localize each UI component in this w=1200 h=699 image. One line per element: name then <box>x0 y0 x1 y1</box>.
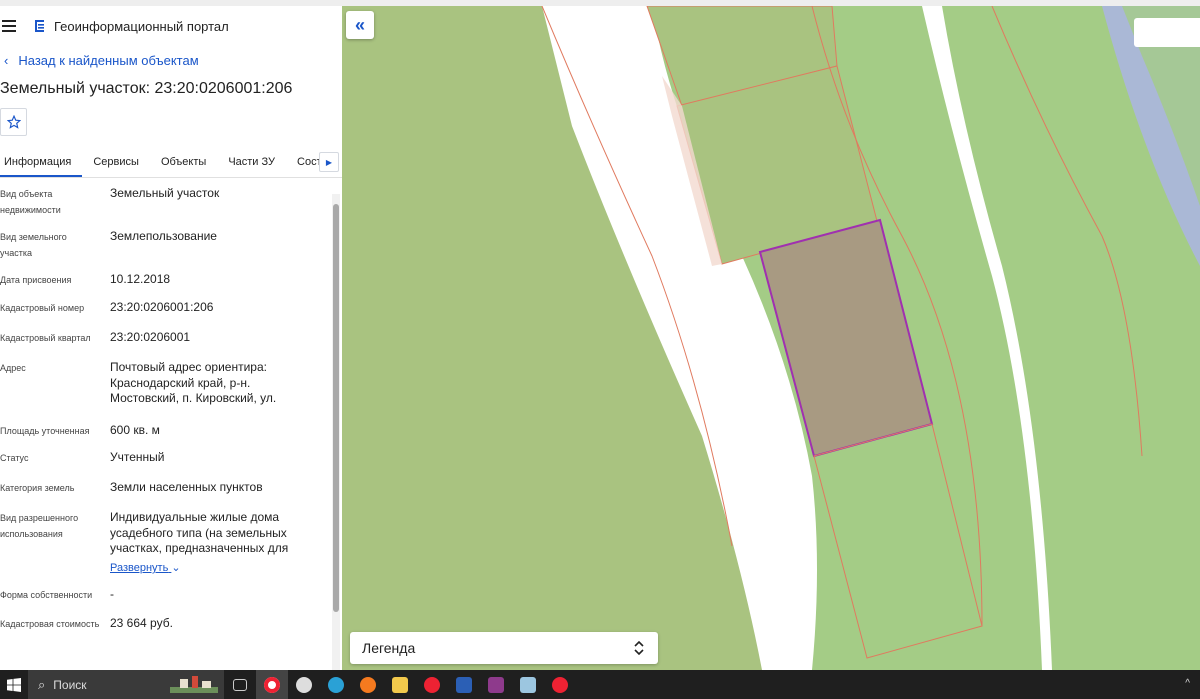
field-label: Категория земель <box>0 483 75 493</box>
app-icon[interactable] <box>544 670 576 699</box>
legend-button[interactable]: Легенда <box>350 632 658 664</box>
back-link[interactable]: ‹ Назад к найденным объектам <box>0 46 342 74</box>
double-chevron-left-icon: « <box>354 14 365 35</box>
explorer-icon[interactable] <box>384 670 416 699</box>
scrollbar[interactable] <box>332 194 340 670</box>
cc-icon[interactable] <box>288 670 320 699</box>
menu-icon[interactable] <box>2 20 16 32</box>
tab-services[interactable]: Сервисы <box>82 156 150 177</box>
tab-info[interactable]: Информация <box>0 156 83 177</box>
firefox-icon[interactable] <box>352 670 384 699</box>
windows-icon[interactable] <box>0 670 28 699</box>
chevron-right-icon: ▶ <box>325 157 333 167</box>
map-view[interactable]: « Легенда <box>342 6 1200 670</box>
field-label: Кадастровый квартал <box>0 333 91 343</box>
field-value: Земли населенных пунктов <box>110 480 263 494</box>
field-value: 23 664 руб. <box>110 616 173 630</box>
field-value: - <box>110 587 114 601</box>
tab-objects[interactable]: Объекты <box>150 156 217 177</box>
notes-icon[interactable] <box>512 670 544 699</box>
info-panel: Геоинформационный портал ‹ Назад к найде… <box>0 6 342 670</box>
field-value: 600 кв. м <box>110 423 160 437</box>
portal-header: Геоинформационный портал <box>0 6 342 46</box>
tab-parts[interactable]: Части ЗУ <box>217 156 286 177</box>
yandex-browser-icon[interactable] <box>256 670 288 699</box>
tabs: Информация Сервисы Объекты Части ЗУ Сост… <box>0 144 342 178</box>
taskbar-search[interactable]: ⌕ Поиск <box>28 670 224 699</box>
sort-arrows-icon <box>634 641 644 655</box>
expand-link[interactable]: Развернуть ⌄ <box>110 561 181 574</box>
field-value: 10.12.2018 <box>110 272 171 286</box>
task-view-icon[interactable] <box>224 670 256 699</box>
search-highlight-icon <box>170 676 218 693</box>
field-label: Площадь уточненная <box>0 426 90 436</box>
field-label: Адрес <box>0 363 26 373</box>
field-label: Дата присвоения <box>0 275 72 285</box>
collapse-panel-button[interactable]: « <box>346 11 374 39</box>
search-icon: ⌕ <box>38 676 46 692</box>
page-title: Земельный участок: 23:20:0206001:206 <box>0 80 293 97</box>
field-value: Учтенный <box>110 450 165 464</box>
favorite-button[interactable] <box>0 108 27 136</box>
map-search-box[interactable] <box>1134 18 1200 47</box>
field-label: Вид земельного участка <box>0 232 67 258</box>
field-label: Вид разрешенного использования <box>0 513 79 539</box>
field-label: Кадастровый номер <box>0 303 85 313</box>
yandex-icon[interactable] <box>416 670 448 699</box>
field-label: Кадастровая стоимость <box>0 619 100 629</box>
chevron-left-icon: ‹ <box>4 52 9 68</box>
word-icon[interactable] <box>448 670 480 699</box>
field-label: Вид объекта недвижимости <box>0 189 61 215</box>
chevron-down-icon: ⌄ <box>171 562 181 574</box>
field-label: Форма собственности <box>0 590 93 600</box>
field-value: Почтовый адрес ориентира: Краснодарский … <box>110 360 277 405</box>
edge-icon[interactable] <box>320 670 352 699</box>
field-label: Статус <box>0 453 29 463</box>
field-value: Землепользование <box>110 229 217 243</box>
field-value: 23:20:0206001 <box>110 330 191 344</box>
scrollbar-thumb[interactable] <box>333 204 339 612</box>
chevron-up-icon[interactable]: ^ <box>1185 678 1190 689</box>
taskbar: ⌕ Поиск ^ <box>0 670 1200 699</box>
field-value: 23:20:0206001:206 <box>110 300 214 314</box>
field-value: Индивидуальные жилые дома усадебного тип… <box>110 510 289 555</box>
tabs-next-button[interactable]: ▶ <box>319 152 339 172</box>
logo-icon <box>35 20 44 32</box>
map-canvas[interactable] <box>342 6 1200 670</box>
winrar-icon[interactable] <box>480 670 512 699</box>
field-value: Земельный участок <box>110 186 220 200</box>
legend-label: Легенда <box>362 640 416 656</box>
properties-list: Вид объекта недвижимости Земельный участ… <box>0 178 342 630</box>
back-link-label: Назад к найденным объектам <box>18 52 199 68</box>
taskbar-search-label: Поиск <box>53 677 87 692</box>
portal-title: Геоинформационный портал <box>54 18 229 34</box>
star-icon <box>6 115 21 129</box>
